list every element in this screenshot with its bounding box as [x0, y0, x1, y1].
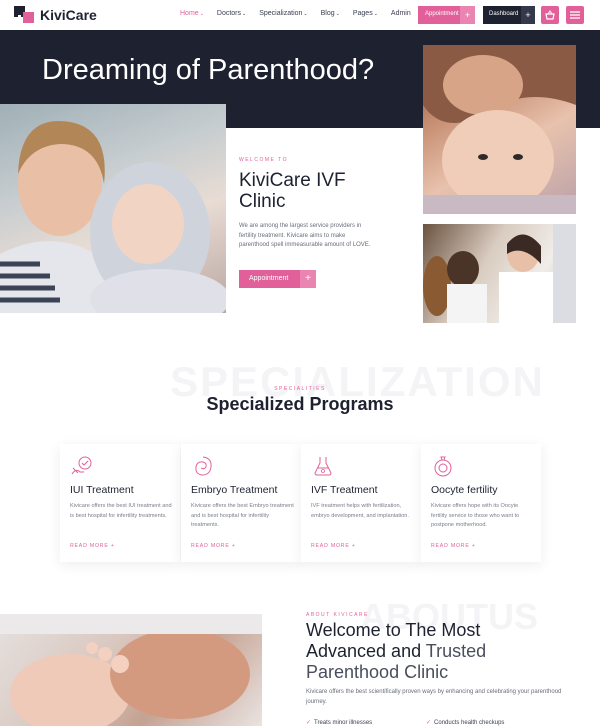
about-description: Kivicare offers the best scientifically … — [306, 689, 562, 705]
baby-feet-photo — [0, 614, 262, 726]
chevron-down-icon: ⌄ — [335, 11, 340, 17]
nav-item-doctors[interactable]: Doctors⌄ — [217, 10, 246, 17]
plus-icon: + — [300, 270, 316, 288]
mother-baby-photo — [0, 104, 226, 313]
brand-name[interactable]: KiviCare — [40, 7, 97, 23]
plus-icon: + — [521, 6, 535, 24]
appointment-label: Appointment — [249, 275, 289, 282]
nav-item-specialization[interactable]: Specialization⌄ — [259, 10, 307, 17]
clinic-title-line2: Clinic — [239, 191, 286, 212]
program-title: IVF Treatment — [311, 484, 378, 496]
nav-appointment-button[interactable]: Appointment + — [418, 6, 475, 24]
read-more-link[interactable]: READ MORE + — [191, 543, 236, 549]
section-title: Specialized Programs — [206, 394, 394, 414]
program-title: IUI Treatment — [70, 484, 134, 496]
doctor-with-child-photo — [423, 224, 576, 323]
hamburger-menu-icon[interactable] — [566, 6, 584, 24]
hero-title: Dreaming of Parenthood? — [42, 54, 375, 86]
nav-dashboard-button[interactable]: Dashboard + — [483, 6, 535, 24]
iui-treatment-icon — [70, 454, 94, 478]
nav-item-pages[interactable]: Pages⌄ — [353, 10, 378, 17]
clinic-title-line1: KiviCare IVF — [239, 170, 346, 191]
hero-description: We are among the largest service provide… — [239, 223, 371, 248]
program-title: Embryo Treatment — [191, 484, 278, 496]
main-menu: Home⌄ Doctors⌄ Specialization⌄ Blog⌄ Pag… — [180, 10, 411, 17]
check-item: ✓ Conducts health checkups — [426, 720, 505, 726]
basket-icon[interactable] — [541, 6, 559, 24]
logo-icon[interactable] — [14, 6, 36, 24]
section-tag: SPECIALITIES — [274, 386, 326, 392]
program-description: Kivicare offers hope with its Oocyte fer… — [431, 503, 520, 528]
nav-item-blog[interactable]: Blog⌄ — [321, 10, 340, 17]
read-more-link[interactable]: READ MORE + — [431, 543, 476, 549]
chevron-down-icon: ⌄ — [373, 11, 378, 17]
ivf-flask-icon — [311, 454, 335, 478]
about-title-line2: Advanced and Trusted — [306, 641, 487, 661]
check-icon: ✓ — [426, 720, 432, 726]
embryo-icon — [191, 454, 215, 478]
hero-appointment-button[interactable]: Appointment + — [239, 270, 316, 288]
read-more-link[interactable]: READ MORE + — [311, 543, 356, 549]
about-tag: ABOUT KIVICARE — [306, 612, 369, 618]
appointment-label: Appointment — [425, 11, 459, 17]
check-icon: ✓ — [306, 720, 312, 726]
program-card-embryo[interactable]: Embryo Treatment Kivicare offers the bes… — [181, 444, 301, 562]
program-card-oocyte[interactable]: Oocyte fertility Kivicare offers hope wi… — [421, 444, 541, 562]
dashboard-label: Dashboard — [489, 11, 519, 17]
program-description: Kivicare offers the best IUI treatment a… — [70, 503, 172, 519]
oocyte-icon — [431, 454, 455, 478]
program-card-ivf[interactable]: IVF Treatment IVF treatment helps with f… — [301, 444, 421, 562]
about-title-line3: Parenthood Clinic — [306, 662, 449, 682]
top-navbar: KiviCare Home⌄ Doctors⌄ Specialization⌄ … — [0, 0, 600, 30]
about-title-line1: Welcome to The Most — [306, 620, 481, 640]
chevron-down-icon: ⌄ — [303, 11, 308, 17]
check-item: ✓ Treats minor illnesses — [306, 720, 373, 726]
mother-kissing-baby-photo — [423, 45, 576, 214]
chevron-down-icon: ⌄ — [199, 11, 204, 17]
program-description: Kivicare offers the best Embryo treatmen… — [191, 503, 294, 528]
read-more-link[interactable]: READ MORE + — [70, 543, 115, 549]
nav-item-home[interactable]: Home⌄ — [180, 10, 204, 17]
plus-icon: + — [460, 6, 475, 24]
chevron-down-icon: ⌄ — [242, 11, 247, 17]
program-card-iui[interactable]: IUI Treatment Kivicare offers the best I… — [60, 444, 180, 562]
program-title: Oocyte fertility — [431, 484, 498, 496]
program-description: IVF treatment helps with fertilization, … — [311, 503, 409, 519]
nav-item-admin[interactable]: Admin — [391, 10, 411, 17]
hero-tag: WELCOME TO — [239, 157, 288, 163]
